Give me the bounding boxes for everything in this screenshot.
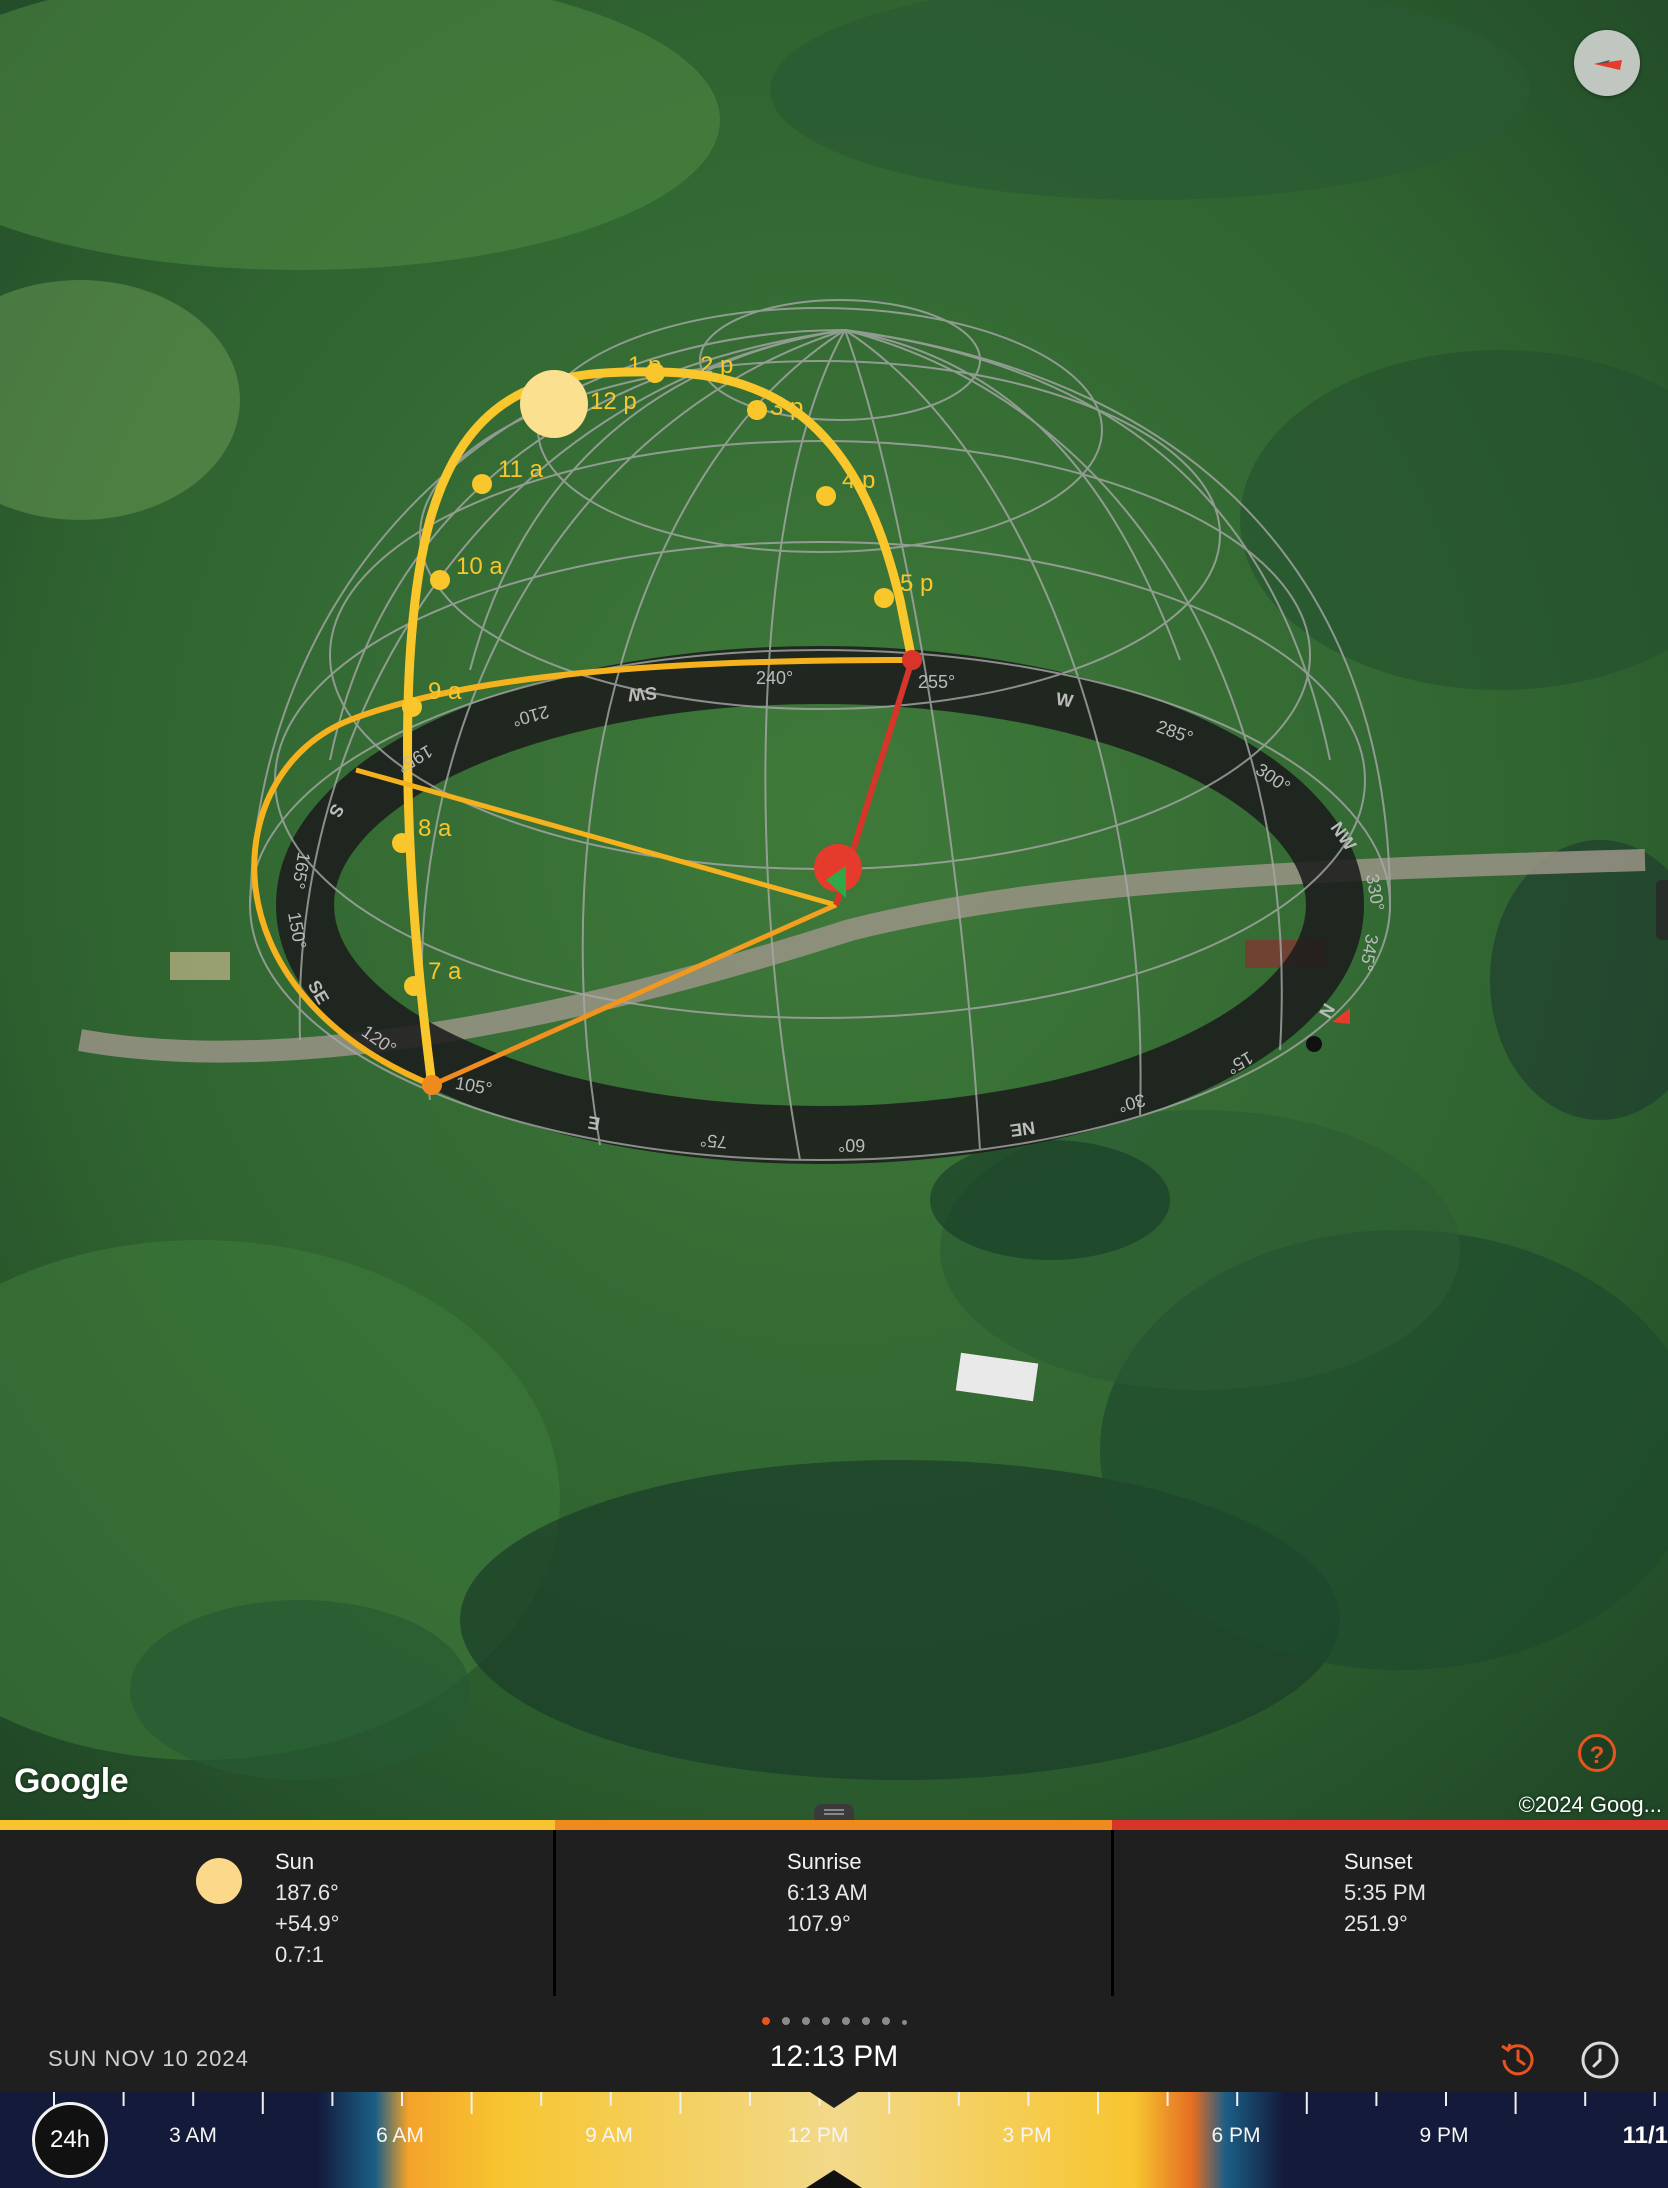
ring-label: W <box>1054 688 1075 712</box>
side-panel-handle[interactable] <box>1656 880 1668 940</box>
google-logo: Google <box>14 1762 129 1800</box>
sunset-azimuth: 251.9° <box>1344 1911 1408 1936</box>
sun-card[interactable]: Sun 187.6° +54.9° 0.7:1 <box>0 1830 553 1996</box>
ring-label: 345° <box>1356 932 1383 973</box>
timeline-label: 12 PM <box>787 2124 849 2147</box>
sunrise-card[interactable]: Sunrise 6:13 AM 107.9° <box>556 1830 1111 1996</box>
sunset-color-bar <box>1112 1820 1668 1830</box>
history-icon[interactable] <box>1496 2038 1540 2082</box>
ring-label: N <box>1315 1000 1339 1022</box>
ring-label: 75° <box>699 1129 729 1153</box>
ring-label: NE <box>1008 1117 1037 1141</box>
ring-label: 285° <box>1153 716 1196 748</box>
page-dot[interactable] <box>841 2017 850 2025</box>
next-day-label: 11/1 <box>1622 2122 1668 2149</box>
ring-label: 60° <box>838 1135 866 1155</box>
timeline-label: 9 PM <box>1419 2124 1469 2147</box>
page-dot[interactable] <box>821 2017 830 2025</box>
ring-label: 300° <box>1251 759 1294 797</box>
date-time-bar: SUN NOV 10 2024 12:13 PM <box>0 1996 1668 2092</box>
help-button[interactable]: ? <box>1578 1734 1616 1772</box>
sunset-time: 5:35 PM <box>1344 1880 1426 1905</box>
page-dot[interactable] <box>761 2017 770 2025</box>
sun-shadow-ratio: 0.7:1 <box>275 1942 324 1967</box>
ring-label: SW <box>627 682 658 706</box>
ring-label: 195° <box>393 740 436 777</box>
page-dot[interactable] <box>881 2017 890 2025</box>
page-indicator[interactable] <box>0 2012 1668 2030</box>
24h-toggle-button[interactable]: 24h <box>32 2102 108 2178</box>
ring-label: 30° <box>1116 1089 1148 1117</box>
timeline-label: 3 AM <box>169 2124 217 2147</box>
timeline-label: 6 PM <box>1211 2124 1261 2147</box>
panel-grab-handle[interactable] <box>814 1804 854 1820</box>
page-dot[interactable] <box>901 2020 907 2025</box>
ring-label: E <box>586 1112 602 1134</box>
page-dot[interactable] <box>781 2017 790 2025</box>
sun-azimuth: 187.6° <box>275 1880 339 1905</box>
sunset-card[interactable]: Sunset 5:35 PM 251.9° <box>1114 1830 1668 1996</box>
sun-icon <box>196 1858 242 1904</box>
satellite-map[interactable]: 7 a 8 a 9 a 10 a 11 a 12 p 1 p 2 p 3 p 4… <box>0 0 1668 1820</box>
sunrise-color-bar <box>555 1820 1112 1830</box>
ring-label: 330° <box>1362 872 1389 913</box>
page-dot[interactable] <box>801 2017 810 2025</box>
ring-label: 120° <box>357 1021 400 1059</box>
ring-label: 210° <box>510 701 552 731</box>
map-copyright[interactable]: ©2024 Goog... <box>1519 1792 1662 1818</box>
ring-label: S <box>324 800 349 821</box>
ring-label: 255° <box>918 672 956 692</box>
timeline-label: 6 AM <box>376 2124 424 2147</box>
compass-button[interactable] <box>1574 30 1640 96</box>
info-panel: Sun 187.6° +54.9° 0.7:1 Sunrise 6:13 AM … <box>0 1820 1668 1996</box>
ring-label-layer: 105° 120° SE 150° 165° S 195° 210° SW 24… <box>0 0 1668 1820</box>
current-time[interactable]: 12:13 PM <box>0 2040 1668 2074</box>
sun-elevation: +54.9° <box>275 1911 340 1936</box>
sunrise-azimuth: 107.9° <box>787 1911 851 1936</box>
sunset-title: Sunset <box>1344 1849 1413 1874</box>
ring-label: 165° <box>288 850 315 891</box>
clock-icon[interactable] <box>1578 2038 1622 2082</box>
day-timeline[interactable]: 24h 3 AM 6 AM 9 AM 12 PM 3 PM 6 PM 9 PM … <box>0 2092 1668 2188</box>
ring-label: 150° <box>284 910 311 951</box>
timeline-label: 3 PM <box>1002 2124 1052 2147</box>
timeline-label: 9 AM <box>585 2124 633 2147</box>
ring-label: 15° <box>1223 1047 1257 1079</box>
sun-title: Sun <box>275 1849 315 1874</box>
page-dot[interactable] <box>861 2017 870 2025</box>
compass-needle-icon <box>1594 60 1622 70</box>
sunrise-title: Sunrise <box>787 1849 862 1874</box>
sunrise-time: 6:13 AM <box>787 1880 868 1905</box>
ring-label: NW <box>1326 818 1361 855</box>
ring-label: 240° <box>756 668 794 688</box>
sun-color-bar <box>0 1820 555 1830</box>
ring-label: SE <box>303 976 334 1008</box>
ring-label: 105° <box>453 1072 494 1100</box>
